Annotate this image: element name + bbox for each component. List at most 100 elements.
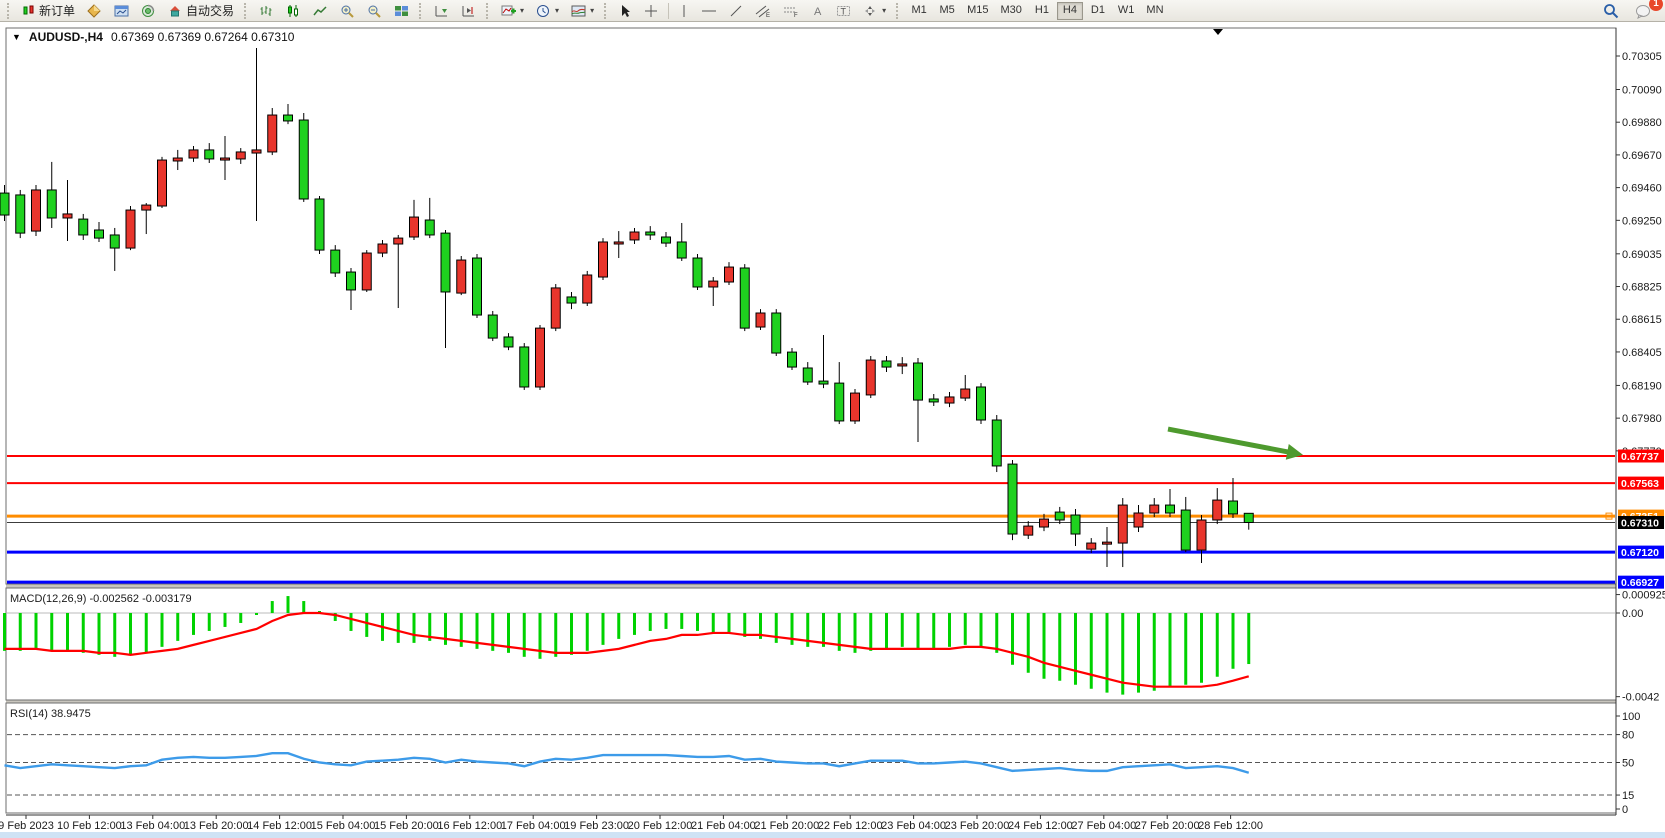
market-watch-button[interactable] [82, 1, 107, 21]
trendline-tool-button[interactable] [724, 1, 748, 21]
time-axis-label[interactable]: 9 Feb 2023 [0, 820, 54, 832]
navigator-button[interactable] [136, 1, 161, 21]
candle [126, 210, 135, 248]
radar-icon [141, 4, 156, 18]
rsi-axis-tick: 80 [1622, 730, 1634, 742]
timeframe-H1[interactable]: H1 [1029, 2, 1055, 20]
vertical-line-tool-button[interactable] [674, 1, 694, 21]
chart-canvas[interactable]: 0.703050.700900.698800.696700.694600.692… [0, 24, 1665, 838]
toolbar-grip[interactable] [244, 3, 249, 19]
time-axis-label[interactable]: 23 Feb 04:00 [881, 820, 946, 832]
time-axis-label[interactable]: 22 Feb 12:00 [818, 820, 883, 832]
price-line-label: 0.67310 [1621, 518, 1659, 530]
timeframe-M1[interactable]: M1 [906, 2, 932, 20]
channel-tool-button[interactable]: E [750, 1, 776, 21]
new-order-button[interactable]: 新订单 [17, 1, 80, 21]
chart-shift-button[interactable] [456, 1, 481, 21]
timeframe-M15[interactable]: M15 [962, 2, 993, 20]
price-axis-tick: 0.70090 [1622, 84, 1662, 96]
candle [945, 397, 954, 403]
time-axis-label[interactable]: 17 Feb 04:00 [501, 820, 566, 832]
price-axis-tick: 0.69250 [1622, 215, 1662, 227]
candle [394, 238, 403, 244]
template-icon [571, 4, 586, 18]
indicators-icon [501, 4, 516, 18]
toolbar-grip[interactable] [896, 3, 901, 19]
toolbar-grip[interactable] [604, 3, 609, 19]
time-axis-label[interactable]: 27 Feb 04:00 [1071, 820, 1136, 832]
macd-axis-tick: -0.0042 [1622, 692, 1659, 704]
candle [977, 387, 986, 420]
line-chart-button[interactable] [308, 1, 333, 21]
timeframe-W1[interactable]: W1 [1113, 2, 1140, 20]
price-axis-tick: 0.68190 [1622, 380, 1662, 392]
candle [378, 244, 387, 253]
time-axis-label[interactable]: 15 Feb 20:00 [374, 820, 439, 832]
timeframe-M5[interactable]: M5 [934, 2, 960, 20]
auto-scroll-button[interactable] [429, 1, 454, 21]
price-axis-tick: 0.68825 [1622, 282, 1662, 294]
vertical-line-icon [679, 4, 689, 18]
candle [1166, 505, 1175, 513]
candle [961, 389, 970, 398]
timeframe-M30[interactable]: M30 [996, 2, 1027, 20]
cursor-tool-button[interactable] [614, 1, 637, 21]
candle [756, 313, 765, 327]
rsi-axis-tick: 100 [1622, 711, 1640, 723]
time-axis-label[interactable]: 19 Feb 23:00 [564, 820, 629, 832]
candle [32, 190, 41, 231]
time-axis-label[interactable]: 28 Feb 12:00 [1198, 820, 1263, 832]
data-window-button[interactable] [109, 1, 134, 21]
time-axis-label[interactable]: 23 Feb 20:00 [945, 820, 1010, 832]
cursor-icon [619, 4, 632, 18]
candle [646, 232, 655, 235]
timeframe-D1[interactable]: D1 [1085, 2, 1111, 20]
chart-shift-icon [461, 4, 476, 18]
time-axis-label[interactable]: 27 Feb 20:00 [1135, 820, 1200, 832]
candle [583, 275, 592, 303]
fibonacci-tool-button[interactable]: F [778, 1, 804, 21]
chevron-down-icon: ▾ [520, 6, 524, 15]
time-axis-label[interactable]: 15 Feb 04:00 [311, 820, 376, 832]
time-axis-label[interactable]: 21 Feb 04:00 [691, 820, 756, 832]
autotrading-button[interactable]: 自动交易 [163, 1, 239, 21]
notifications-button[interactable]: 1 [1630, 1, 1657, 21]
time-axis-label[interactable]: 20 Feb 12:00 [628, 820, 693, 832]
svg-text:T: T [841, 6, 847, 16]
candle [504, 337, 513, 347]
candle [63, 214, 72, 218]
timeframe-MN[interactable]: MN [1141, 2, 1168, 20]
indicators-button[interactable]: ▾ [496, 1, 529, 21]
crosshair-tool-button[interactable] [639, 1, 663, 21]
candle [835, 383, 844, 421]
toolbar-grip[interactable] [486, 3, 491, 19]
zoom-in-button[interactable] [335, 1, 360, 21]
time-axis-label[interactable]: 10 Feb 12:00 [57, 820, 122, 832]
arrows-tool-button[interactable]: ▾ [858, 1, 891, 21]
bar-chart-button[interactable] [254, 1, 279, 21]
time-axis-label[interactable]: 13 Feb 20:00 [184, 820, 249, 832]
text-label-tool-button[interactable]: T [831, 1, 856, 21]
toolbar-grip[interactable] [7, 3, 12, 19]
candlestick-chart-button[interactable] [281, 1, 306, 21]
time-axis-label[interactable]: 14 Feb 12:00 [247, 820, 312, 832]
periods-button[interactable]: ▾ [531, 1, 564, 21]
toolbar-grip[interactable] [419, 3, 424, 19]
timeframe-H4[interactable]: H4 [1057, 2, 1083, 20]
new-order-label: 新订单 [39, 2, 75, 19]
price-line-label: 0.67563 [1621, 478, 1659, 490]
svg-text:A: A [814, 6, 822, 18]
text-tool-button[interactable]: A [806, 1, 829, 21]
time-axis-label[interactable]: 24 Feb 12:00 [1008, 820, 1073, 832]
candle [1150, 505, 1159, 513]
tile-windows-button[interactable] [389, 1, 414, 21]
search-button[interactable] [1598, 1, 1624, 21]
chevron-down-icon[interactable]: ▼ [12, 32, 21, 42]
horizontal-line-tool-button[interactable] [696, 1, 722, 21]
zoom-out-button[interactable] [362, 1, 387, 21]
templates-button[interactable]: ▾ [566, 1, 599, 21]
time-axis-label[interactable]: 13 Feb 04:00 [120, 820, 185, 832]
time-axis-label[interactable]: 16 Feb 12:00 [437, 820, 502, 832]
candle [189, 150, 198, 158]
time-axis-label[interactable]: 21 Feb 20:00 [754, 820, 819, 832]
